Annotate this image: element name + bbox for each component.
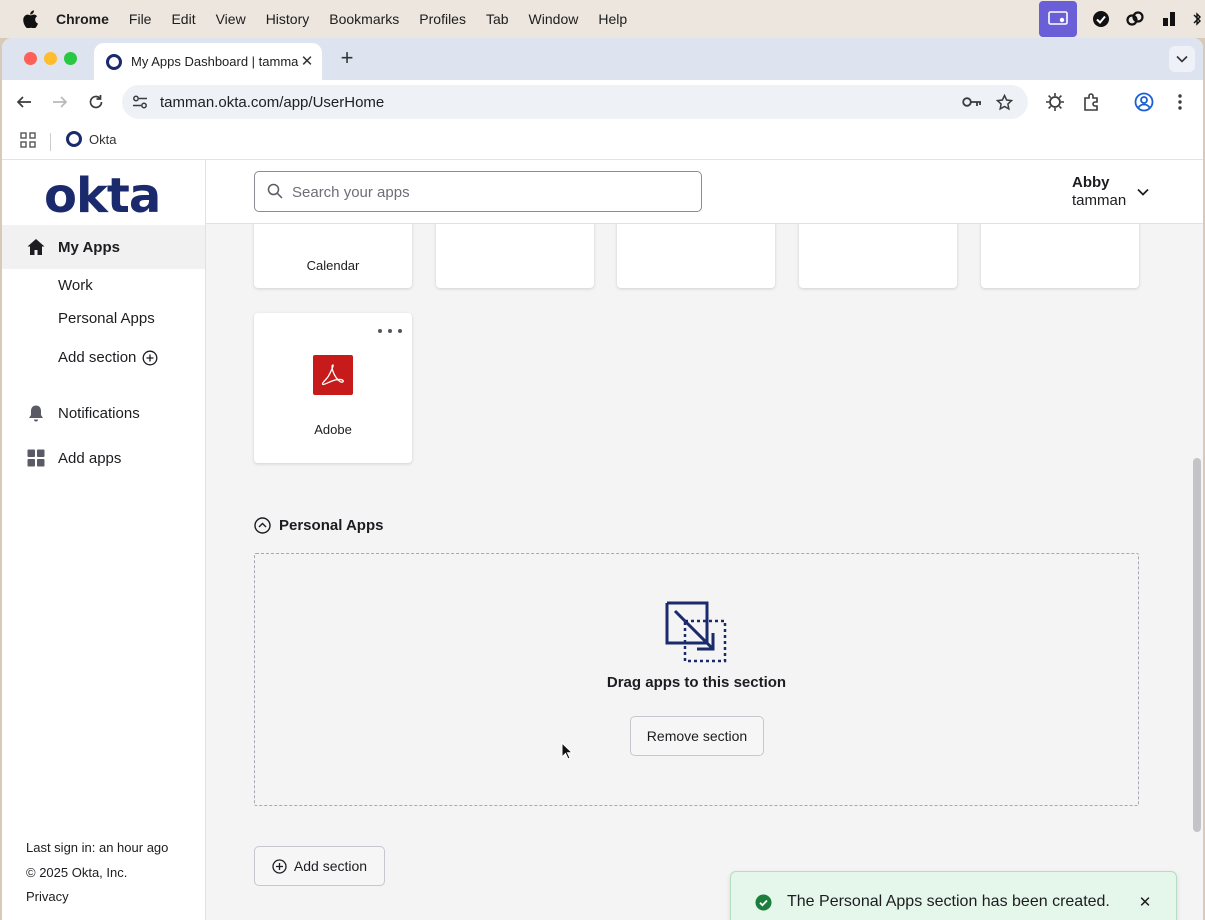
add-section-button[interactable]: Add section <box>254 846 385 886</box>
browser-toolbar: tamman.okta.com/app/UserHome <box>2 80 1203 124</box>
bookmarks-divider <box>50 133 51 151</box>
nav-my-apps[interactable]: My Apps <box>2 225 205 269</box>
menu-bookmarks[interactable]: Bookmarks <box>329 11 399 27</box>
success-check-icon <box>755 894 772 911</box>
bookmark-okta-label: Okta <box>89 131 117 147</box>
search-input[interactable] <box>292 181 692 203</box>
close-toast-icon[interactable]: ✕ <box>1136 893 1154 911</box>
menu-history[interactable]: History <box>266 11 310 27</box>
screen-share-icon[interactable] <box>1039 1 1077 37</box>
menu-profiles[interactable]: Profiles <box>419 11 466 27</box>
page-scrollbar[interactable] <box>1193 458 1201 832</box>
browser-window: My Apps Dashboard | tamman ✕ + tamman.ok… <box>2 38 1203 920</box>
sidebar-add-section-button[interactable]: Add section <box>58 349 158 366</box>
tab-my-apps[interactable]: My Apps Dashboard | tamman ✕ <box>94 43 322 80</box>
password-key-icon[interactable] <box>962 92 982 112</box>
app-grid-icon <box>26 448 46 468</box>
privacy-link[interactable]: Privacy <box>26 889 69 904</box>
user-name: Abby <box>1072 174 1110 191</box>
search-icon <box>267 183 285 201</box>
search-box[interactable] <box>254 171 702 212</box>
tab-strip: My Apps Dashboard | tamman ✕ + <box>2 38 1203 80</box>
bell-icon <box>26 403 46 423</box>
nav-add-apps[interactable]: Add apps <box>26 448 121 468</box>
sidebar: okta My Apps Work Personal Apps Add sect… <box>2 160 206 920</box>
app-tray-icon[interactable] <box>1159 9 1179 29</box>
mouse-pointer-icon <box>561 741 574 760</box>
drag-apps-icon <box>665 601 727 663</box>
nav-section-personal-apps[interactable]: Personal Apps <box>58 310 155 327</box>
menu-window[interactable]: Window <box>529 11 579 27</box>
apple-menu-icon[interactable] <box>22 10 40 28</box>
profile-avatar-icon[interactable] <box>1134 92 1154 112</box>
nav-add-apps-label: Add apps <box>58 449 122 467</box>
app-tile-adobe-label: Adobe <box>314 422 352 437</box>
okta-bookmark-icon <box>66 131 82 147</box>
nav-section-work[interactable]: Work <box>58 277 93 294</box>
menu-file[interactable]: File <box>129 11 152 27</box>
checkmark-circle-icon[interactable] <box>1091 9 1111 29</box>
user-org: tamman <box>1072 192 1127 209</box>
add-section-button-label: Add section <box>293 858 368 874</box>
site-settings-icon[interactable] <box>130 92 150 112</box>
nav-notifications-label: Notifications <box>58 404 140 422</box>
minimize-window-button[interactable] <box>44 52 57 65</box>
sidebar-add-section-label: Add section <box>58 349 137 366</box>
chevron-down-icon[interactable] <box>1136 184 1152 200</box>
tab-title: My Apps Dashboard | tamman <box>131 54 299 69</box>
user-menu[interactable]: Abby tamman <box>1072 174 1126 210</box>
menu-edit[interactable]: Edit <box>171 11 195 27</box>
menu-chrome[interactable]: Chrome <box>56 11 109 27</box>
okta-dashboard: okta My Apps Work Personal Apps Add sect… <box>2 160 1203 920</box>
app-tile-calendar-label: Calendar <box>306 258 360 273</box>
bookmark-star-icon[interactable] <box>994 92 1014 112</box>
toast-message: The Personal Apps section has been creat… <box>787 893 1110 910</box>
close-window-button[interactable] <box>24 52 37 65</box>
home-icon <box>26 237 46 257</box>
tab-search-button[interactable] <box>1169 46 1195 72</box>
address-bar[interactable]: tamman.okta.com/app/UserHome <box>122 85 1028 119</box>
link-icon[interactable] <box>1125 9 1145 29</box>
plus-circle-icon <box>272 858 287 874</box>
extensions-puzzle-icon[interactable] <box>1082 92 1102 112</box>
nav-notifications[interactable]: Notifications <box>26 403 140 423</box>
apps-grid-icon[interactable] <box>20 132 38 150</box>
copyright-text: © 2025 Okta, Inc. <box>26 865 128 880</box>
extension-sun-icon[interactable] <box>1045 92 1065 112</box>
url-text: tamman.okta.com/app/UserHome <box>160 93 385 111</box>
menu-tab[interactable]: Tab <box>486 11 509 27</box>
bookmark-okta[interactable]: Okta <box>66 131 116 147</box>
app-options-icon[interactable] <box>378 323 402 339</box>
last-sign-in-text: Last sign in: an hour ago <box>26 840 169 855</box>
personal-apps-section-title: Personal Apps <box>279 517 384 534</box>
app-tile-adobe[interactable]: Adobe <box>254 313 412 463</box>
close-tab-icon[interactable]: ✕ <box>298 52 316 70</box>
forward-icon[interactable] <box>50 92 70 112</box>
bookmarks-bar: Okta <box>2 124 1203 160</box>
top-header: Abby tamman <box>206 160 1203 224</box>
nav-my-apps-label: My Apps <box>58 238 120 256</box>
macos-menubar: Chrome File Edit View History Bookmarks … <box>0 0 1205 38</box>
success-toast: The Personal Apps section has been creat… <box>730 871 1177 920</box>
okta-logo[interactable]: okta <box>44 168 161 224</box>
menu-view[interactable]: View <box>216 11 246 27</box>
plus-circle-icon <box>142 350 158 365</box>
back-icon[interactable] <box>14 92 34 112</box>
more-menu-icon[interactable] <box>1170 92 1190 112</box>
menu-help[interactable]: Help <box>598 11 627 27</box>
zoom-window-button[interactable] <box>64 52 77 65</box>
personal-apps-section-header[interactable]: Personal Apps <box>254 517 383 534</box>
new-tab-button[interactable]: + <box>336 47 358 70</box>
collapse-chevron-icon[interactable] <box>254 517 271 534</box>
reload-icon[interactable] <box>86 92 106 112</box>
personal-apps-dropzone[interactable]: Drag apps to this section Remove section <box>254 553 1139 806</box>
okta-favicon-icon <box>106 53 122 70</box>
adobe-acrobat-icon <box>313 355 353 395</box>
drop-instruction-text: Drag apps to this section <box>606 674 787 691</box>
remove-section-button[interactable]: Remove section <box>630 716 764 756</box>
bluetooth-icon[interactable] <box>1193 9 1201 29</box>
